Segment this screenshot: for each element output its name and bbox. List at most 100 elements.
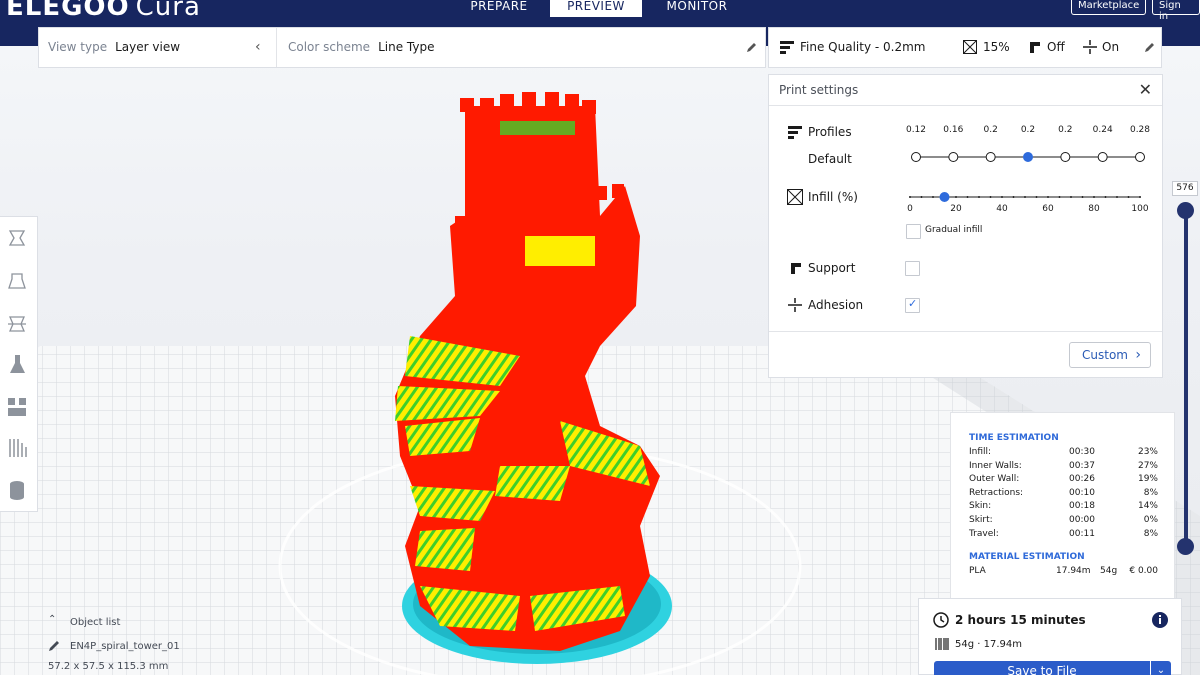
infill-slider[interactable] — [905, 189, 1145, 205]
tab-preview[interactable]: PREVIEW — [550, 0, 642, 17]
estimation-row-name: Infill: — [969, 447, 992, 457]
pencil-icon[interactable] — [746, 42, 757, 53]
infill-tick-label: 60 — [1042, 204, 1054, 214]
profile-dot[interactable] — [985, 152, 996, 162]
estimation-row-percent: 14% — [1137, 501, 1158, 512]
estimation-row-percent: 0% — [1143, 515, 1158, 525]
material-name: PLA — [969, 566, 986, 576]
infill-tick-label: 20 — [950, 204, 962, 214]
estimation-row-percent: 19% — [1137, 474, 1158, 485]
scale-tool-icon[interactable] — [6, 270, 28, 292]
layer-slider-top-handle[interactable] — [1177, 202, 1194, 219]
layer-number-input[interactable]: 576 — [1172, 181, 1198, 196]
left-toolbar — [0, 216, 38, 512]
profile-dot[interactable] — [1097, 152, 1108, 162]
sign-in-button[interactable]: Sign in — [1152, 0, 1200, 22]
object-dimensions: 57.2 x 57.5 x 115.3 mm — [48, 661, 169, 672]
color-scheme-selector[interactable]: Color scheme Line Type — [288, 28, 434, 67]
custom-button[interactable]: Custom › — [1069, 342, 1151, 368]
estimation-row-time: 00:10 — [1069, 487, 1095, 498]
per-model-settings-icon[interactable] — [6, 396, 28, 418]
profile-tick-label: 0.12 — [905, 125, 927, 135]
support-value: Off — [1047, 40, 1065, 54]
profile-dot[interactable] — [1060, 152, 1071, 162]
adhesion-icon — [1083, 40, 1097, 54]
tab-prepare[interactable]: PREPARE — [452, 0, 546, 17]
layer-slider-bottom-handle[interactable] — [1177, 538, 1194, 555]
estimation-row-time: 00:30 — [1069, 447, 1095, 457]
close-icon[interactable]: ✕ — [1139, 80, 1152, 99]
marketplace-button[interactable]: Marketplace — [1071, 0, 1147, 15]
clock-icon — [933, 612, 949, 628]
color-scheme-label: Color scheme — [288, 40, 371, 54]
infill-tick-mark — [1047, 196, 1049, 198]
chevron-right-icon: › — [1135, 347, 1141, 363]
estimation-panel: TIME ESTIMATION Infill: 00:30 23% Inner Wal… — [950, 412, 1175, 598]
support-blocker-icon[interactable] — [6, 437, 28, 459]
chevron-left-icon[interactable]: ‹ — [255, 28, 261, 67]
estimation-row-name: Skirt: — [969, 515, 993, 525]
infill-tick-mark — [1093, 196, 1095, 198]
pencil-icon[interactable] — [1144, 42, 1155, 53]
save-to-file-button[interactable]: Save to File — [934, 661, 1150, 675]
material-row: PLA 17.94m 54g € 0.00 — [969, 566, 1158, 579]
filament-icon — [935, 638, 949, 650]
pencil-icon[interactable] — [48, 640, 60, 652]
tab-monitor[interactable]: MONITOR — [650, 0, 744, 17]
infill-slider-handle[interactable] — [939, 192, 950, 202]
view-type-value: Layer view — [115, 40, 181, 54]
infill-tick-mark — [978, 196, 980, 198]
chevron-up-icon[interactable]: ⌃ — [48, 614, 56, 625]
brand-name: ELEGOO — [6, 0, 130, 22]
panel-divider — [769, 105, 1162, 106]
support-checkbox[interactable] — [905, 261, 920, 276]
infill-tick-mark — [1012, 196, 1015, 198]
adhesion-label: Adhesion — [808, 298, 864, 312]
move-tool-icon[interactable] — [6, 227, 28, 249]
estimation-row-name: Skin: — [969, 501, 992, 512]
adhesion-icon — [788, 298, 802, 312]
quality-value: Fine Quality - 0.2mm — [800, 40, 926, 54]
profile-selected-dot[interactable] — [1023, 152, 1033, 162]
info-icon[interactable] — [1151, 611, 1169, 629]
estimation-row-time: 00:37 — [1069, 460, 1095, 471]
infill-tick-mark — [1127, 196, 1130, 198]
infill-tick-mark — [1058, 196, 1061, 198]
estimation-row-percent: 23% — [1137, 447, 1158, 457]
infill-tick-mark — [1035, 196, 1038, 198]
product-name: Cura — [135, 0, 201, 22]
layer-slider-track[interactable] — [1184, 210, 1188, 548]
infill-tick-mark — [989, 196, 992, 198]
infill-icon — [787, 189, 803, 205]
time-estimation-row: Skirt: 00:00 0% — [969, 515, 1158, 528]
profile-tick-label: 0.2 — [1020, 125, 1036, 135]
panel-title: Print settings — [779, 83, 859, 97]
profile-dot[interactable] — [911, 152, 921, 162]
infill-tick-mark — [1116, 196, 1118, 198]
profile-tick-label: 0.16 — [943, 125, 964, 135]
chevron-down-icon[interactable]: ⌄ — [1151, 661, 1171, 675]
profile-dot[interactable] — [948, 152, 959, 162]
adhesion-checkbox[interactable]: ✓ — [905, 297, 920, 313]
rotate-tool-icon[interactable] — [6, 313, 28, 335]
profile-slider[interactable] — [909, 149, 1149, 165]
support-icon — [1030, 42, 1040, 53]
estimation-row-time: 00:26 — [1069, 474, 1095, 485]
estimation-row-percent: 27% — [1137, 460, 1158, 471]
infill-tick-mark — [1104, 196, 1107, 198]
view-type-selector[interactable]: View type Layer view — [48, 28, 180, 67]
profile-tick-label: 0.24 — [1092, 125, 1113, 135]
print-summary-panel: 2 hours 15 minutes 54g · 17.94m Save to … — [918, 598, 1182, 675]
infill-tick-mark — [932, 196, 934, 198]
profile-dot[interactable] — [1135, 152, 1145, 162]
cylinder-tool-icon[interactable] — [6, 479, 28, 501]
print-settings-header[interactable]: Fine Quality - 0.2mm 15% Off On — [768, 27, 1162, 68]
checkmark-icon: ✓ — [908, 297, 918, 310]
object-name: EN4P_spiral_tower_01 — [70, 641, 180, 652]
object-list-toggle[interactable]: Object list — [70, 617, 120, 628]
infill-tick-mark — [909, 196, 911, 198]
estimation-row-name: Retractions: — [969, 487, 1024, 498]
gradual-infill-checkbox[interactable] — [906, 224, 921, 239]
mirror-tool-icon[interactable] — [6, 353, 28, 375]
profile-tick-label: 0.28 — [1129, 125, 1151, 135]
